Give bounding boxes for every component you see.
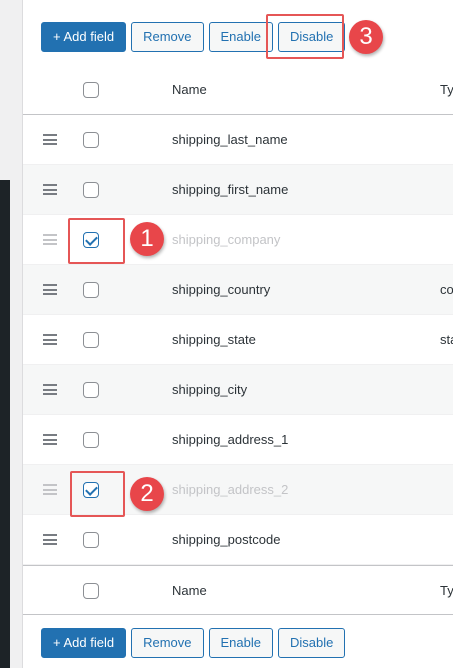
disable-button-bottom[interactable]: Disable bbox=[277, 628, 346, 658]
drag-handle-icon[interactable] bbox=[43, 284, 57, 295]
field-name: shipping_city bbox=[172, 382, 248, 397]
select-all-checkbox-footer[interactable] bbox=[83, 583, 99, 599]
row-checkbox[interactable] bbox=[83, 382, 99, 398]
table-row: shipping_postcode bbox=[23, 515, 453, 565]
drag-handle-icon[interactable] bbox=[43, 434, 57, 445]
field-name: shipping_first_name bbox=[172, 182, 289, 197]
column-footer-name[interactable]: Name bbox=[172, 583, 207, 598]
remove-button-bottom[interactable]: Remove bbox=[131, 628, 204, 658]
remove-button[interactable]: Remove bbox=[131, 22, 204, 52]
table-row: shipping_state sta bbox=[23, 315, 453, 365]
drag-handle-icon[interactable] bbox=[43, 334, 57, 345]
highlight-box-2 bbox=[70, 471, 125, 517]
row-checkbox[interactable] bbox=[83, 432, 99, 448]
highlight-box-1 bbox=[68, 218, 125, 264]
field-name: shipping_company bbox=[172, 232, 281, 247]
table-row: shipping_first_name bbox=[23, 165, 453, 215]
enable-button-bottom[interactable]: Enable bbox=[208, 628, 273, 658]
bottom-toolbar: + Add field Remove Enable Disable bbox=[41, 628, 346, 658]
fields-table: Name Ty shipping_last_name shipping_first… bbox=[23, 65, 453, 615]
table-header: Name Ty bbox=[23, 65, 453, 115]
step-badge-3: 3 bbox=[349, 20, 383, 54]
drag-handle-icon[interactable] bbox=[43, 234, 57, 245]
row-checkbox[interactable] bbox=[83, 532, 99, 548]
table-row: shipping_city bbox=[23, 365, 453, 415]
column-header-type[interactable]: Ty bbox=[440, 82, 453, 97]
field-name: shipping_postcode bbox=[172, 532, 281, 547]
drag-handle-icon[interactable] bbox=[43, 384, 57, 395]
drag-handle-icon[interactable] bbox=[43, 534, 57, 545]
field-name: shipping_state bbox=[172, 332, 256, 347]
admin-sidebar-edge bbox=[0, 0, 22, 668]
enable-button[interactable]: Enable bbox=[208, 22, 273, 52]
field-name: shipping_last_name bbox=[172, 132, 288, 147]
drag-handle-icon[interactable] bbox=[43, 184, 57, 195]
step-badge-2: 2 bbox=[130, 477, 164, 511]
row-checkbox[interactable] bbox=[83, 332, 99, 348]
row-checkbox[interactable] bbox=[83, 182, 99, 198]
field-type: co bbox=[440, 282, 453, 297]
step-badge-1: 1 bbox=[130, 222, 164, 256]
field-name: shipping_address_2 bbox=[172, 482, 289, 497]
add-field-button[interactable]: + Add field bbox=[41, 22, 127, 52]
field-name: shipping_country bbox=[172, 282, 271, 297]
field-type: sta bbox=[440, 332, 453, 347]
highlight-box-3 bbox=[266, 14, 344, 59]
select-all-checkbox[interactable] bbox=[83, 82, 99, 98]
table-row: shipping_address_1 bbox=[23, 415, 453, 465]
column-header-name[interactable]: Name bbox=[172, 82, 207, 97]
row-checkbox[interactable] bbox=[83, 132, 99, 148]
table-row: shipping_country co bbox=[23, 265, 453, 315]
table-row: shipping_last_name bbox=[23, 115, 453, 165]
add-field-button-bottom[interactable]: + Add field bbox=[41, 628, 127, 658]
table-footer: Name Ty bbox=[23, 565, 453, 615]
drag-handle-icon[interactable] bbox=[43, 134, 57, 145]
checkout-fields-panel: + Add field Remove Enable Disable Name T… bbox=[22, 0, 453, 668]
field-name: shipping_address_1 bbox=[172, 432, 289, 447]
admin-menu-strip bbox=[0, 180, 10, 668]
row-checkbox[interactable] bbox=[83, 282, 99, 298]
drag-handle-icon[interactable] bbox=[43, 484, 57, 495]
column-footer-type[interactable]: Ty bbox=[440, 583, 453, 598]
